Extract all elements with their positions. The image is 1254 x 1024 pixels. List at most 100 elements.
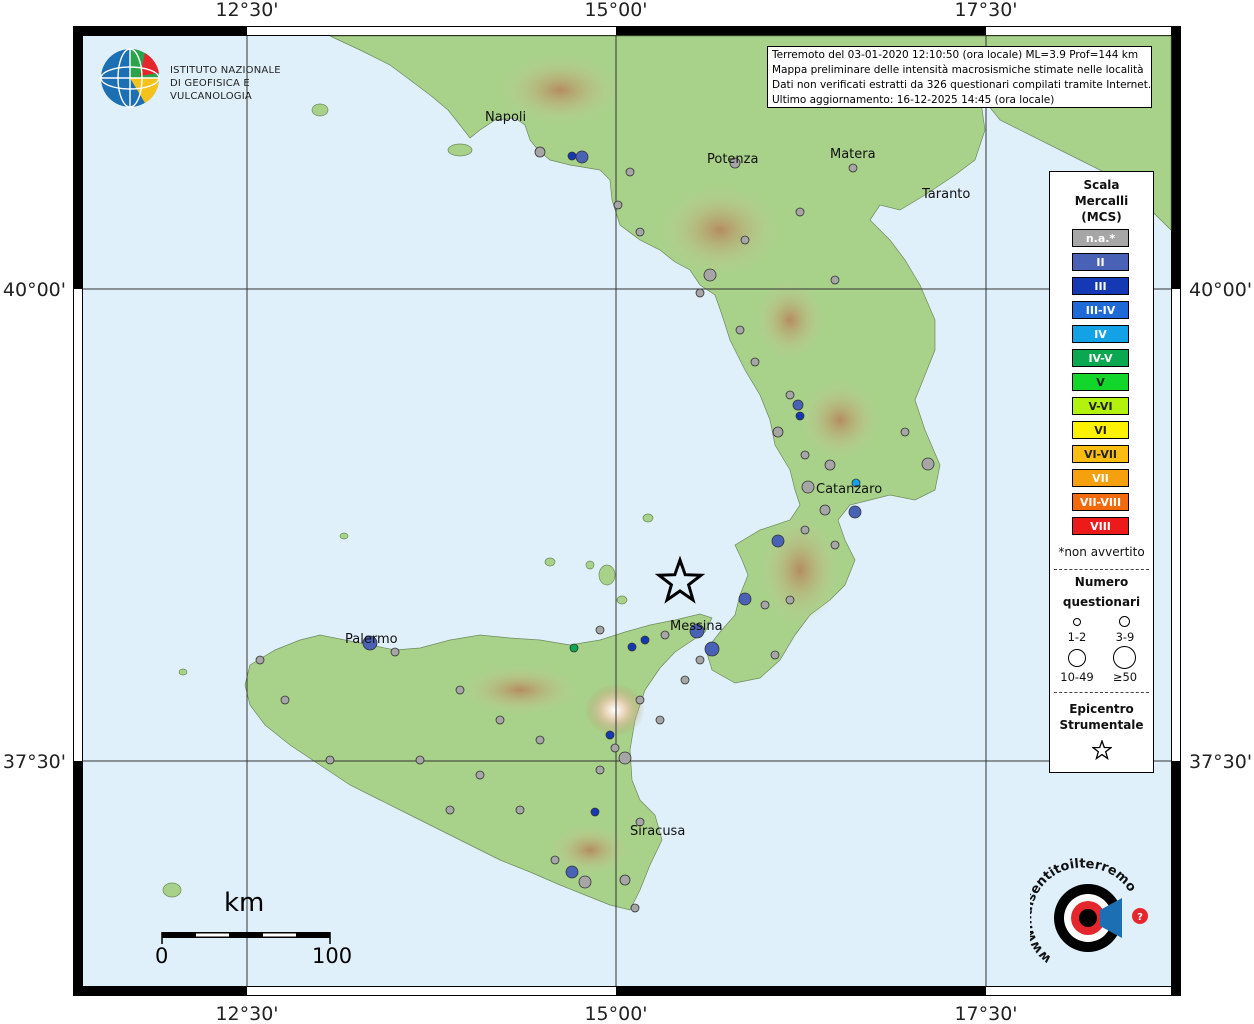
- legend-swatch-v: V: [1072, 373, 1129, 391]
- locality-point: [695, 655, 705, 665]
- locality-point: [795, 411, 805, 421]
- locality-point: [619, 874, 631, 886]
- locality-point: [830, 275, 840, 285]
- locality-point: [800, 525, 810, 535]
- locality-point: [750, 357, 760, 367]
- locality-point: [578, 875, 592, 889]
- institution-name-line2: DI GEOFISICA E VULCANOLOGIA: [170, 78, 252, 102]
- top-tick-label: 15°00': [584, 0, 647, 21]
- last-update: Ultimo aggiornamento: 16-12-2025 14:45 (…: [772, 94, 1055, 106]
- right-tick-label: 37°30': [1189, 751, 1252, 773]
- locality-point: [635, 695, 645, 705]
- locality-point: [771, 534, 785, 548]
- locality-point: [625, 167, 635, 177]
- locality-point: [390, 647, 400, 657]
- legend-swatch-iii: III: [1072, 277, 1129, 295]
- event-info-box: Terremoto del 03-01-2020 12:10:50 (ora l…: [767, 46, 1152, 108]
- haisentito-logo: ? www.haisentitoilterremoto.it: [1020, 847, 1160, 978]
- bottom-tick-label: 15°00': [584, 1003, 647, 1024]
- locality-point: [565, 865, 579, 879]
- scalebar-unit: km: [224, 888, 265, 918]
- locality-point: [760, 600, 770, 610]
- etna-relief: [585, 684, 645, 736]
- locality-point: [800, 450, 810, 460]
- top-tick-label: 12°30': [215, 0, 278, 21]
- svg-text:?: ?: [1137, 912, 1143, 923]
- epicenter-title-line2: Strumentale: [1059, 718, 1144, 732]
- locality-point: [535, 735, 545, 745]
- locality-point: [605, 730, 615, 740]
- locality-point: [830, 540, 840, 550]
- map-description: Mappa preliminare delle intensità macros…: [772, 64, 1144, 76]
- locality-point: [595, 625, 605, 635]
- legend-swatch-iii-iv: III-IV: [1072, 301, 1129, 319]
- locality-point: [660, 630, 670, 640]
- locality-point: [785, 390, 795, 400]
- locality-point: [738, 592, 752, 606]
- locality-point: [495, 715, 505, 725]
- city-label-napoli: Napoli: [485, 110, 526, 125]
- locality-point: [785, 595, 795, 605]
- locality-point: [735, 325, 745, 335]
- locality-point: [900, 427, 910, 437]
- ingv-logo: ISTITUTO NAZIONALE DI GEOFISICA E VULCAN…: [100, 48, 330, 110]
- locality-point: [795, 207, 805, 217]
- legend-swatch-viii: VIII: [1072, 517, 1129, 535]
- locality-point: [770, 650, 780, 660]
- city-label-matera: Matera: [830, 147, 876, 162]
- locality-point: [921, 457, 935, 471]
- locality-point: [635, 227, 645, 237]
- locality-point: [567, 151, 577, 161]
- legend-title-line1: Scala: [1083, 178, 1120, 192]
- legend-swatch-vi-vii: VI-VII: [1072, 445, 1129, 463]
- locality-point: [824, 459, 836, 471]
- globe-icon: [100, 48, 160, 108]
- madonie-relief: [460, 665, 580, 715]
- legend-swatch-v-vi: V-VI: [1072, 397, 1129, 415]
- locality-point: [703, 268, 717, 282]
- locality-point: [695, 288, 705, 298]
- legend: Scala Mercalli (MCS) n.a.* II III III-IV IV I…: [1049, 171, 1154, 773]
- locality-point: [613, 200, 623, 210]
- city-label-messina: Messina: [670, 619, 723, 634]
- city-label-catanzaro: Catanzaro: [816, 482, 882, 497]
- locality-point: [515, 805, 525, 815]
- event-description: Terremoto del 03-01-2020 12:10:50 (ora l…: [772, 49, 1139, 61]
- count-class-label: 3-9: [1115, 630, 1135, 644]
- legend-swatch-vii-viii: VII-VIII: [1072, 493, 1129, 511]
- legend-title-line3: (MCS): [1081, 210, 1122, 224]
- legend-swatch-vii: VII: [1072, 469, 1129, 487]
- locality-point: [595, 765, 605, 775]
- count-title-line2: questionari: [1062, 595, 1141, 609]
- legend-swatch-vi: VI: [1072, 421, 1129, 439]
- locality-point: [534, 146, 546, 158]
- locality-point: [704, 641, 720, 657]
- locality-point: [740, 235, 750, 245]
- size-circle-small: [1073, 618, 1081, 626]
- data-source-note: Dati non verificati estratti da 326 ques…: [772, 79, 1152, 91]
- locality-point: [575, 150, 589, 164]
- legend-divider: [1054, 692, 1149, 693]
- city-label-taranto: Taranto: [921, 187, 970, 202]
- left-tick-label: 37°30': [3, 751, 66, 773]
- size-circle-medium: [1119, 616, 1130, 627]
- locality-point: [680, 675, 690, 685]
- iblei-relief: [550, 825, 630, 875]
- locality-point: [610, 743, 620, 753]
- locality-point: [325, 755, 335, 765]
- locality-point: [772, 426, 784, 438]
- megaphone-icon: ? www.haisentitoilterremoto.it: [1020, 847, 1148, 966]
- legend-swatch-n-a-: n.a.*: [1072, 229, 1129, 247]
- city-label-potenza: Potenza: [707, 152, 758, 167]
- legend-divider: [1054, 569, 1149, 570]
- locality-point: [627, 642, 637, 652]
- scalebar-end: 100: [312, 944, 353, 968]
- star-icon: [1092, 740, 1112, 760]
- locality-point: [475, 770, 485, 780]
- locality-point: [415, 755, 425, 765]
- city-label-palermo: Palermo: [345, 632, 398, 647]
- scalebar-start: 0: [155, 944, 169, 968]
- legend-swatch-ii: II: [1072, 253, 1129, 271]
- legend-swatch-iv: IV: [1072, 325, 1129, 343]
- locality-point: [280, 695, 290, 705]
